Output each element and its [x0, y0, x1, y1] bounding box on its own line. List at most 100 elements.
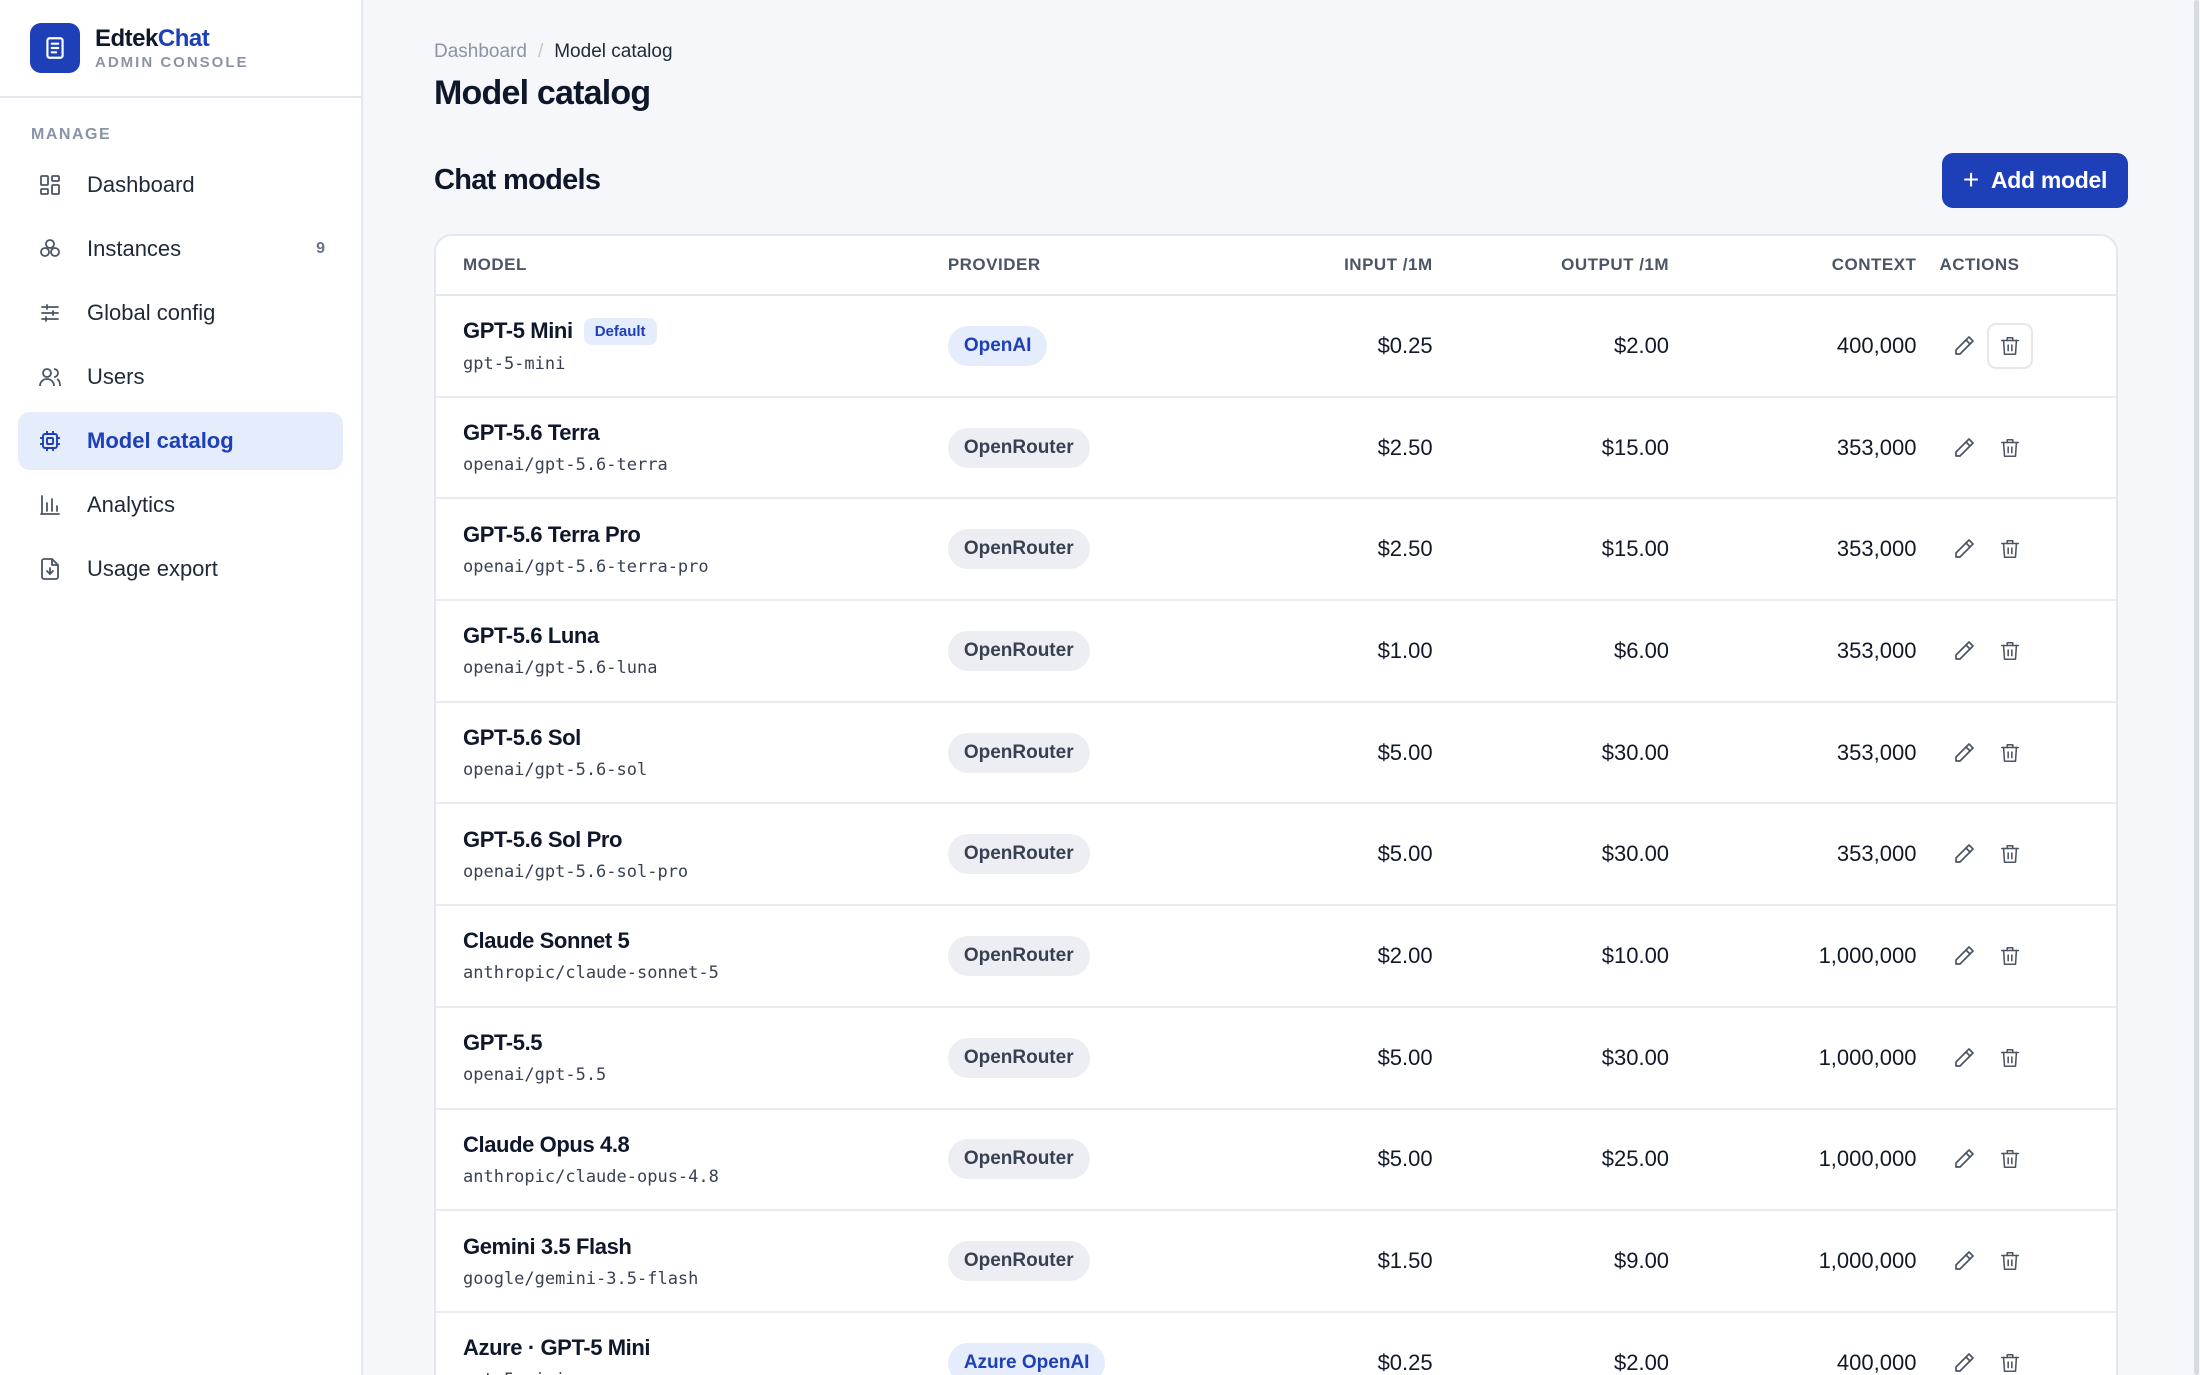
model-id: gpt-5-mini [463, 353, 566, 374]
delete-icon[interactable] [1987, 1340, 2033, 1375]
models-table: MODEL PROVIDER INPUT /1M OUTPUT /1M CONT… [434, 234, 2118, 1375]
provider-cell: OpenRouter [947, 834, 1247, 875]
delete-icon[interactable] [1987, 1035, 2033, 1081]
sidebar-item-label: Dashboard [87, 172, 195, 197]
model-name-line: GPT-5.6 Sol [463, 725, 948, 751]
model-name: GPT-5.6 Sol [463, 725, 581, 751]
actions-cell [1916, 425, 2116, 471]
model-cell: GPT-5.6 Luna openai/gpt-5.6-luna [436, 623, 948, 678]
provider-badge: OpenRouter [947, 427, 1090, 468]
model-id: openai/gpt-5.6-terra [463, 455, 668, 476]
model-name: GPT-5.6 Luna [463, 623, 599, 649]
model-name-line: GPT-5.6 Terra Pro [463, 522, 948, 548]
actions-cell [1916, 1035, 2116, 1081]
add-model-button[interactable]: + Add model [1942, 152, 2128, 208]
instances-icon [37, 236, 63, 262]
model-name: Gemini 3.5 Flash [463, 1233, 632, 1259]
model-cell: Gemini 3.5 Flash google/gemini-3.5-flash [436, 1234, 948, 1289]
main-content: Dashboard / Model catalog Model catalog … [363, 0, 2200, 1375]
sidebar-item-label: Instances [87, 236, 182, 261]
input-price: $5.00 [1377, 1146, 1433, 1172]
model-name-line: GPT-5.5 [463, 1030, 948, 1056]
sidebar-item-dashboard[interactable]: Dashboard [18, 156, 343, 214]
actions-cell [1916, 1340, 2116, 1375]
provider-badge: OpenRouter [947, 1139, 1090, 1180]
sidebar-item-instances[interactable]: Instances 9 [18, 220, 343, 278]
delete-icon[interactable] [1987, 1136, 2033, 1182]
model-id: openai/gpt-5.6-sol-pro [463, 861, 689, 882]
edit-icon[interactable] [1941, 1035, 1987, 1081]
delete-icon[interactable] [1987, 1238, 2033, 1284]
delete-icon[interactable] [1987, 831, 2033, 877]
table-header: MODEL PROVIDER INPUT /1M OUTPUT /1M CONT… [436, 236, 2116, 296]
page-title: Model catalog [434, 74, 651, 112]
input-price: $5.00 [1377, 1044, 1433, 1070]
actions-cell [1916, 526, 2116, 572]
sidebar-item-users[interactable]: Users [18, 348, 343, 406]
delete-icon[interactable] [1987, 526, 2033, 572]
sidebar-item-global-config[interactable]: Global config [18, 284, 343, 342]
model-cell: GPT-5.5 openai/gpt-5.5 [436, 1030, 948, 1085]
add-model-label: Add model [1990, 166, 2108, 193]
provider-badge: OpenRouter [947, 1037, 1090, 1078]
edit-icon[interactable] [1941, 933, 1987, 979]
model-cell: Claude Sonnet 5 anthropic/claude-sonnet-5 [436, 928, 948, 983]
actions-cell [1916, 322, 2116, 369]
edit-icon[interactable] [1941, 1238, 1987, 1284]
output-price: $30.00 [1601, 1044, 1670, 1070]
edit-icon[interactable] [1941, 831, 1987, 877]
edit-icon[interactable] [1941, 425, 1987, 471]
delete-icon[interactable] [1987, 628, 2033, 674]
model-id: google/gemini-3.5-flash [463, 1268, 699, 1289]
delete-icon[interactable] [1987, 730, 2033, 776]
delete-icon[interactable] [1987, 933, 2033, 979]
brand-logo-icon [30, 23, 80, 73]
model-name: GPT-5.6 Terra Pro [463, 521, 641, 547]
edit-icon[interactable] [1941, 526, 1987, 572]
model-name: GPT-5.5 [463, 1030, 543, 1056]
model-id: openai/gpt-5.6-sol [463, 760, 648, 781]
model-id: openai/gpt-5.5 [463, 1065, 607, 1086]
sliders-icon [37, 300, 63, 326]
scrollbar-thumb[interactable] [2194, 0, 2199, 1375]
delete-icon[interactable] [1987, 425, 2033, 471]
breadcrumb-parent[interactable]: Dashboard [434, 41, 527, 63]
context-size: 400,000 [1836, 332, 1917, 358]
table-row: GPT-5.6 Sol Pro openai/gpt-5.6-sol-pro Ope… [436, 804, 2116, 907]
provider-cell: OpenRouter [947, 1037, 1247, 1078]
plus-icon: + [1962, 164, 1979, 195]
edit-icon[interactable] [1941, 1136, 1987, 1182]
cpu-icon [37, 428, 63, 454]
sidebar-item-label: Analytics [87, 492, 176, 517]
edit-icon[interactable] [1941, 730, 1987, 776]
scrollbar[interactable] [2192, 0, 2200, 1375]
table-row: GPT-5.6 Terra openai/gpt-5.6-terra OpenRou… [436, 398, 2116, 500]
provider-badge: OpenAI [947, 325, 1048, 366]
brand-name: EdtekChat [95, 25, 249, 52]
edit-icon[interactable] [1941, 628, 1987, 674]
sidebar-item-model-catalog[interactable]: Model catalog [18, 412, 343, 470]
model-name: Claude Sonnet 5 [463, 928, 630, 954]
provider-badge: OpenRouter [947, 834, 1090, 875]
sidebar-item-usage-export[interactable]: Usage export [18, 540, 343, 598]
provider-cell: OpenRouter [947, 529, 1247, 570]
provider-badge: OpenRouter [947, 935, 1090, 976]
model-id: openai/gpt-5.6-terra-pro [463, 556, 709, 577]
header-actions: ACTIONS [1939, 255, 2020, 274]
header-provider: PROVIDER [947, 255, 1041, 274]
edit-icon[interactable] [1941, 323, 1987, 369]
input-price: $5.00 [1377, 841, 1433, 867]
model-cell: GPT-5.6 Sol openai/gpt-5.6-sol [436, 725, 948, 780]
output-price: $30.00 [1601, 841, 1670, 867]
edit-icon[interactable] [1941, 1340, 1987, 1375]
provider-badge: OpenRouter [947, 732, 1090, 773]
sidebar-item-analytics[interactable]: Analytics [18, 476, 343, 534]
model-name-line: GPT-5.6 Sol Pro [463, 827, 948, 853]
brand[interactable]: EdtekChat ADMIN CONSOLE [0, 0, 361, 98]
input-price: $1.00 [1377, 637, 1433, 663]
delete-icon[interactable] [1987, 322, 2034, 369]
actions-cell [1916, 628, 2116, 674]
output-price: $30.00 [1601, 739, 1670, 765]
table-row: Gemini 3.5 Flash google/gemini-3.5-flash O… [436, 1211, 2116, 1313]
context-size: 1,000,000 [1818, 942, 1917, 968]
